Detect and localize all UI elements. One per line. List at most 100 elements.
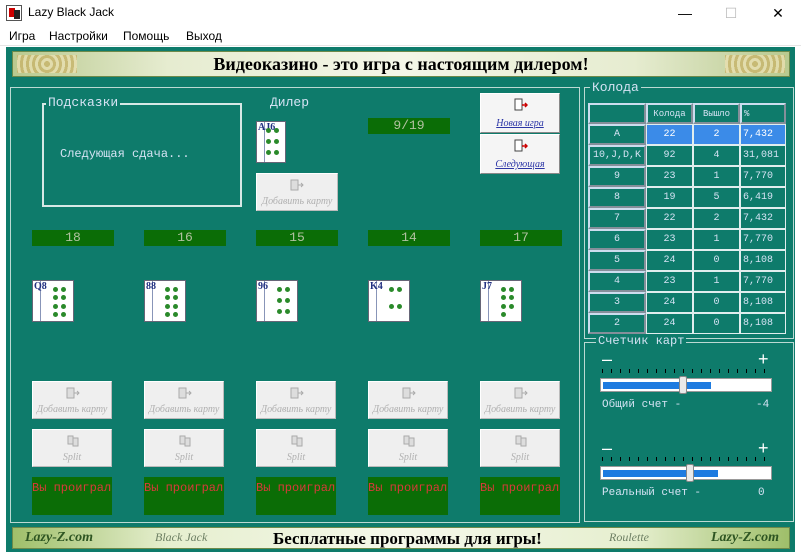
deck-cell: 7,770 xyxy=(740,229,786,250)
top-banner-text: Видеоказино - это игра с настоящим дилер… xyxy=(213,53,589,74)
hand-4-score: 14 xyxy=(368,230,450,246)
hand-3-add-card-button[interactable]: Добавить карту xyxy=(256,381,336,419)
hand-2-split-button[interactable]: Split xyxy=(144,429,224,467)
deck-row[interactable]: A 22 2 7,432 xyxy=(588,124,786,145)
hand-3-card: 96 xyxy=(256,280,298,322)
deck-cell: 23 xyxy=(646,271,693,292)
hand-5-card: J7 xyxy=(480,280,522,322)
minimize-button[interactable]: — xyxy=(662,0,708,26)
deck-cell: 1 xyxy=(693,166,740,187)
new-game-button[interactable]: Новая игра xyxy=(480,93,560,133)
deck-cell: 1 xyxy=(693,229,740,250)
dealer-label: Дилер xyxy=(270,95,310,110)
deck-cell: 0 xyxy=(693,292,740,313)
add-card-icon xyxy=(290,179,304,191)
split-icon xyxy=(403,435,415,447)
deck-row[interactable]: 9 23 1 7,770 xyxy=(588,166,786,187)
next-button[interactable]: Следующая xyxy=(480,134,560,174)
hand-2-score: 16 xyxy=(144,230,226,246)
deck-cell: 24 xyxy=(646,292,693,313)
deck-row[interactable]: 2 24 0 8,108 xyxy=(588,313,786,334)
real-count-value: 0 xyxy=(758,487,765,499)
deck-cell: 8 xyxy=(588,187,646,208)
card-pips xyxy=(53,287,67,319)
counter-label: Счетчик карт xyxy=(596,334,687,348)
hand-3-split-button[interactable]: Split xyxy=(256,429,336,467)
hand-5-split-button[interactable]: Split xyxy=(480,429,560,467)
add-card-label: Добавить карту xyxy=(260,404,332,415)
hand-1-add-card-button[interactable]: Добавить карту xyxy=(32,381,112,419)
menu-help[interactable]: Помощь xyxy=(123,29,169,43)
real-plus: + xyxy=(758,438,769,458)
deck-cell: 22 xyxy=(646,208,693,229)
hand-2-add-card-button[interactable]: Добавить карту xyxy=(144,381,224,419)
client-area: Видеоказино - это игра с настоящим дилер… xyxy=(0,47,801,552)
card-rank: Q8 xyxy=(34,281,47,292)
hand-4-split-button[interactable]: Split xyxy=(368,429,448,467)
menu-exit[interactable]: Выход xyxy=(186,29,222,43)
bottom-banner-site-right[interactable]: Lazy-Z.com xyxy=(711,530,779,546)
bottom-banner-roulette[interactable]: Roulette xyxy=(609,530,649,545)
dealer-add-card-button[interactable]: Добавить карту xyxy=(256,173,338,211)
real-slider-fill xyxy=(603,470,718,477)
deck-row[interactable]: 4 23 1 7,770 xyxy=(588,271,786,292)
deck-row[interactable]: 8 19 5 6,419 xyxy=(588,187,786,208)
deck-row[interactable]: 5 24 0 8,108 xyxy=(588,250,786,271)
close-button[interactable]: ✕ xyxy=(755,0,801,26)
bottom-banner-site-left[interactable]: Lazy-Z.com xyxy=(25,530,93,546)
deck-row[interactable]: 7 22 2 7,432 xyxy=(588,208,786,229)
deck-row[interactable]: 10,J,D,K 92 4 31,081 xyxy=(588,145,786,166)
bottom-banner-blackjack[interactable]: Black Jack xyxy=(155,530,207,545)
add-card-label: Добавить карту xyxy=(148,404,220,415)
hand-4-add-card-button[interactable]: Добавить карту xyxy=(368,381,448,419)
hand-2-card: 88 xyxy=(144,280,186,322)
deck-cell: 6 xyxy=(588,229,646,250)
deck-cell: 2 xyxy=(693,124,740,145)
deck-header: % xyxy=(740,103,786,124)
deck-cell: 19 xyxy=(646,187,693,208)
hand-1-score: 18 xyxy=(32,230,114,246)
real-ticks xyxy=(602,457,770,461)
deck-cell: 4 xyxy=(588,271,646,292)
card-pips xyxy=(277,287,291,319)
menu-bar: Игра Настройки Помощь Выход xyxy=(0,26,801,46)
deck-cell: 24 xyxy=(646,313,693,334)
deck-header: Вышло xyxy=(693,103,740,124)
top-banner: Видеоказино - это игра с настоящим дилер… xyxy=(12,51,790,77)
real-count-slider[interactable] xyxy=(600,464,772,482)
maximize-button[interactable]: ☐ xyxy=(708,0,754,26)
add-card-icon xyxy=(402,387,416,399)
add-card-label: Добавить карту xyxy=(372,404,444,415)
real-slider-thumb[interactable] xyxy=(686,464,694,482)
add-card-label: Добавить карту xyxy=(484,404,556,415)
deck-cell: 92 xyxy=(646,145,693,166)
add-card-icon xyxy=(178,387,192,399)
card-pips xyxy=(389,287,403,319)
hand-4-card: K4 xyxy=(368,280,410,322)
hand-5-result: Вы проиграли xyxy=(480,477,560,515)
hand-1-split-button[interactable]: Split xyxy=(32,429,112,467)
hand-5-score: 17 xyxy=(480,230,562,246)
real-minus: – xyxy=(602,438,613,458)
card-pips xyxy=(165,287,179,319)
deck-cell: 6,419 xyxy=(740,187,786,208)
deck-cell: 7,770 xyxy=(740,271,786,292)
deck-cell: 2 xyxy=(693,208,740,229)
hand-4-result: Вы проиграли xyxy=(368,477,448,515)
hand-3-result: Вы проиграли xyxy=(256,477,336,515)
split-label: Split xyxy=(174,452,194,463)
bottom-banner: Lazy-Z.com Black Jack Бесплатные програм… xyxy=(12,527,790,549)
card-rank: J7 xyxy=(482,281,492,292)
deck-cell: 5 xyxy=(588,250,646,271)
total-count-slider[interactable] xyxy=(600,376,772,394)
menu-game[interactable]: Игра xyxy=(9,29,35,43)
card-rank: 88 xyxy=(146,281,156,292)
split-icon xyxy=(67,435,79,447)
card-rank: 96 xyxy=(258,281,268,292)
total-slider-thumb[interactable] xyxy=(679,376,687,394)
deck-row[interactable]: 6 23 1 7,770 xyxy=(588,229,786,250)
card-pips xyxy=(266,128,280,160)
deck-row[interactable]: 3 24 0 8,108 xyxy=(588,292,786,313)
hand-5-add-card-button[interactable]: Добавить карту xyxy=(480,381,560,419)
menu-settings[interactable]: Настройки xyxy=(49,29,108,43)
